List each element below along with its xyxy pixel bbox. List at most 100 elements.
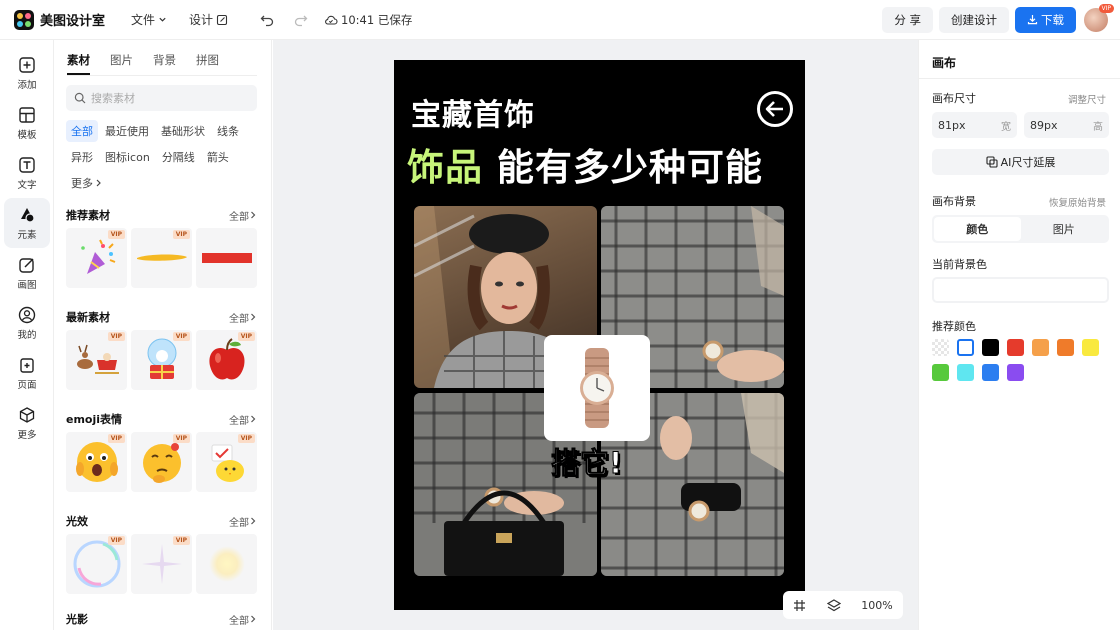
color-swatch[interactable]	[1007, 339, 1024, 356]
nav-item-pages[interactable]: 页面	[0, 348, 54, 398]
color-swatch[interactable]	[957, 339, 974, 356]
chip-basic-shapes[interactable]: 基础形状	[156, 120, 210, 142]
chip-recent[interactable]: 最近使用	[100, 120, 154, 142]
nav-label-add: 添加	[17, 79, 37, 91]
chip-dividers[interactable]: 分隔线	[157, 146, 200, 168]
color-swatch[interactable]	[1082, 339, 1099, 356]
nav-item-elements[interactable]: 元素	[4, 198, 50, 248]
bg-type-toggle: 颜色 图片	[932, 215, 1109, 243]
panel-title: 画布	[932, 56, 957, 70]
vip-badge: VIP	[107, 230, 125, 239]
undo-icon[interactable]	[260, 13, 274, 27]
chip-arrows[interactable]: 箭头	[202, 146, 234, 168]
see-all-link[interactable]: 全部	[229, 310, 257, 325]
design-menu[interactable]: 设计	[189, 11, 228, 28]
redo-icon[interactable]	[294, 13, 308, 27]
color-swatch[interactable]	[1007, 364, 1024, 381]
restore-bg-link[interactable]: 恢复原始背景	[1049, 195, 1106, 209]
asset-yellow-brush[interactable]: VIP	[131, 228, 192, 288]
asset-red-bar[interactable]	[196, 228, 257, 288]
tab-images[interactable]: 图片	[110, 52, 133, 75]
nav-item-more[interactable]: 更多	[0, 398, 54, 448]
asset-reindeer-sleigh[interactable]: VIP	[66, 330, 127, 390]
design-canvas[interactable]: 宝藏首饰 饰品 能有多少种可能 搭它!	[394, 60, 805, 610]
file-menu-label: 文件	[131, 13, 156, 27]
layers-icon[interactable]	[826, 598, 841, 612]
nav-item-draw[interactable]: 画图	[0, 248, 54, 298]
bg-type-color[interactable]: 颜色	[934, 217, 1021, 241]
asset-party-popper[interactable]: VIP	[66, 228, 127, 288]
asset-glow[interactable]	[196, 534, 257, 594]
swatch-transparent[interactable]	[932, 339, 949, 356]
nav-label-template: 模板	[17, 129, 37, 141]
color-swatch[interactable]	[932, 364, 949, 381]
canvas-cta-text[interactable]: 搭它!	[550, 440, 622, 482]
zoom-toolbar: 100%	[783, 591, 903, 619]
canvas-title[interactable]: 宝藏首饰	[411, 90, 535, 134]
canvas-subtitle[interactable]: 饰品 能有多少种可能	[407, 137, 763, 191]
see-all-link[interactable]: 全部	[229, 514, 257, 529]
nav-label-elements: 元素	[17, 229, 37, 241]
nav-item-add[interactable]: 添加	[0, 48, 54, 98]
color-swatch[interactable]	[1032, 339, 1049, 356]
see-all-link[interactable]: 全部	[229, 612, 257, 627]
ai-size-extend-button[interactable]: AI尺寸延展	[932, 149, 1109, 175]
height-field[interactable]: 89px 高	[1024, 112, 1109, 138]
search-input[interactable]: 搜索素材	[66, 85, 257, 111]
red-bar-shape	[201, 253, 252, 263]
asset-emoji-chick[interactable]: VIP	[196, 432, 257, 492]
tab-materials[interactable]: 素材	[67, 52, 90, 75]
nav-item-mine[interactable]: 我的	[0, 298, 54, 348]
adjust-size-link[interactable]: 调整尺寸	[1068, 92, 1106, 106]
file-menu[interactable]: 文件	[131, 11, 167, 28]
nav-item-text[interactable]: 文字	[0, 148, 54, 198]
section-light-shadow: 光影 全部	[66, 610, 257, 628]
zoom-level[interactable]: 100%	[861, 599, 892, 612]
share-button[interactable]: 分 享	[882, 6, 933, 33]
chevron-right-icon	[251, 517, 256, 525]
tab-collage[interactable]: 拼图	[196, 52, 219, 75]
asset-emoji-scared[interactable]: VIP	[66, 432, 127, 492]
width-field[interactable]: 81px 宽	[932, 112, 1017, 138]
asset-emoji-thinking[interactable]: VIP	[131, 432, 192, 492]
grid-icon[interactable]	[793, 599, 806, 612]
asset-red-apple[interactable]: VIP	[196, 330, 257, 390]
bg-type-image[interactable]: 图片	[1021, 217, 1108, 241]
create-design-label: 创建设计	[951, 12, 997, 27]
asset-bubble[interactable]: VIP	[66, 534, 127, 594]
chip-irregular[interactable]: 异形	[66, 146, 98, 168]
top-bar: 美图设计室 文件 设计 10:41 已保存 分 享 创建设计 下载 VIP	[0, 0, 1120, 40]
chip-icons[interactable]: 图标icon	[100, 146, 155, 168]
tab-backgrounds[interactable]: 背景	[153, 52, 176, 75]
color-swatch[interactable]	[957, 364, 974, 381]
create-design-button[interactable]: 创建设计	[939, 6, 1009, 33]
watch-product-card[interactable]	[544, 335, 650, 441]
asset-sparkle[interactable]: VIP	[131, 534, 192, 594]
color-swatch[interactable]	[982, 364, 999, 381]
color-swatch[interactable]	[982, 339, 999, 356]
filter-chips: 全部 最近使用 基础形状 线条 异形 图标icon 分隔线 箭头 更多	[66, 120, 265, 198]
section-title: emoji表情	[66, 413, 123, 426]
chip-more[interactable]: 更多	[66, 172, 107, 194]
width-value: 81px	[938, 118, 966, 132]
back-arrow-icon[interactable]	[757, 91, 793, 127]
avatar[interactable]: VIP	[1084, 3, 1114, 32]
see-all-link[interactable]: 全部	[229, 208, 257, 223]
cloud-saved-icon	[325, 15, 338, 25]
chip-lines[interactable]: 线条	[212, 120, 244, 142]
chip-all[interactable]: 全部	[66, 120, 98, 142]
asset-snow-globe[interactable]: VIP	[131, 330, 192, 390]
app-logo[interactable]: 美图设计室	[14, 9, 105, 30]
color-swatch[interactable]	[1057, 339, 1074, 356]
nav-label-pages: 页面	[17, 379, 37, 391]
section-title: 光影	[66, 613, 88, 626]
current-bg-color-field[interactable]	[932, 277, 1109, 303]
nav-item-template[interactable]: 模板	[0, 98, 54, 148]
chevron-right-icon	[251, 615, 256, 623]
see-all-link[interactable]: 全部	[229, 412, 257, 427]
avatar-vip-badge: VIP	[1098, 3, 1114, 13]
tab-divider	[67, 75, 257, 76]
download-button[interactable]: 下载	[1015, 6, 1076, 33]
watch-icon	[580, 348, 614, 428]
canvas-bg-label: 画布背景	[932, 195, 976, 208]
